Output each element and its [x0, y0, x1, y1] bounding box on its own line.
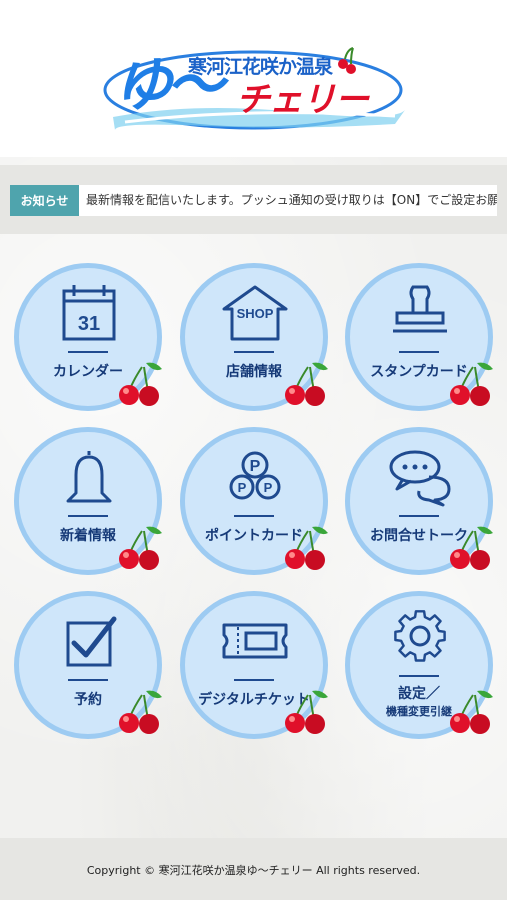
- tile-divider: [68, 679, 108, 681]
- calendar-icon: 31: [62, 285, 116, 341]
- cherry-icon: [119, 690, 162, 734]
- news-badge: お知らせ: [10, 185, 79, 216]
- tile-divider: [234, 515, 274, 517]
- stamp-icon: [393, 285, 447, 333]
- app-header: 寒河江花咲か温泉 ゆ〜 チェリー: [0, 0, 507, 157]
- main-content: お知らせ 最新情報を配信いたします。プッシュ通知の受け取りは【ON】でご設定お願…: [0, 157, 507, 838]
- cherry-icon: [450, 526, 493, 570]
- cherry-icon: [285, 690, 328, 734]
- tile-divider: [399, 675, 439, 677]
- points-icon: P P P: [229, 451, 281, 500]
- checkbox-icon: [66, 616, 117, 667]
- cherry-icon: [285, 362, 328, 406]
- menu-points-button[interactable]: P P P ポイントカード: [180, 427, 328, 575]
- menu-reserve-button[interactable]: 予約: [14, 591, 162, 739]
- logo-yu-text: ゆ〜: [114, 51, 224, 119]
- svg-text:P: P: [250, 458, 261, 475]
- bell-icon: [66, 451, 112, 503]
- calendar-day: 31: [78, 313, 100, 335]
- menu-shop-button[interactable]: SHOP 店舗情報: [180, 263, 328, 411]
- ticket-icon: [222, 623, 288, 659]
- tile-divider: [68, 351, 108, 353]
- footer: Copyright © 寒河江花咲か温泉ゆ〜チェリー All rights re…: [0, 838, 507, 900]
- news-ticker-text: 最新情報を配信いたします。プッシュ通知の受け取りは【ON】でご設定お願いします。: [86, 193, 497, 207]
- menu-news-button[interactable]: 新着情報: [14, 427, 162, 575]
- shop-icon: SHOP: [222, 285, 288, 341]
- tile-divider: [234, 679, 274, 681]
- chat-bubbles-icon: [389, 450, 451, 507]
- svg-text:P: P: [264, 480, 273, 495]
- cherry-icon: [450, 362, 493, 406]
- copyright-text: Copyright © 寒河江花咲か温泉ゆ〜チェリー All rights re…: [86, 864, 421, 877]
- cherry-icon: [285, 526, 328, 570]
- tile-divider: [399, 351, 439, 353]
- logo-cherry-text: チェリー: [236, 80, 369, 120]
- tile-divider: [68, 515, 108, 517]
- cherry-icon: [119, 362, 162, 406]
- news-ticker[interactable]: お知らせ 最新情報を配信いたします。プッシュ通知の受け取りは【ON】でご設定お願…: [10, 185, 497, 216]
- cherry-icon: [119, 526, 162, 570]
- tile-divider: [234, 351, 274, 353]
- menu-settings-button[interactable]: 設定／ 機種変更引継: [345, 591, 493, 739]
- shop-sign: SHOP: [237, 306, 274, 321]
- svg-text:P: P: [238, 480, 247, 495]
- gear-icon: [394, 610, 446, 662]
- menu-stamp-button[interactable]: スタンプカード: [345, 263, 493, 411]
- news-band: お知らせ 最新情報を配信いたします。プッシュ通知の受け取りは【ON】でご設定お願…: [0, 165, 507, 234]
- menu-contact-button[interactable]: お問合せトーク: [345, 427, 493, 575]
- menu-calendar-button[interactable]: 31 カレンダー: [14, 263, 162, 411]
- cherry-icon: [450, 690, 493, 734]
- menu-ticket-button[interactable]: デジタルチケット: [180, 591, 328, 739]
- tile-divider: [399, 515, 439, 517]
